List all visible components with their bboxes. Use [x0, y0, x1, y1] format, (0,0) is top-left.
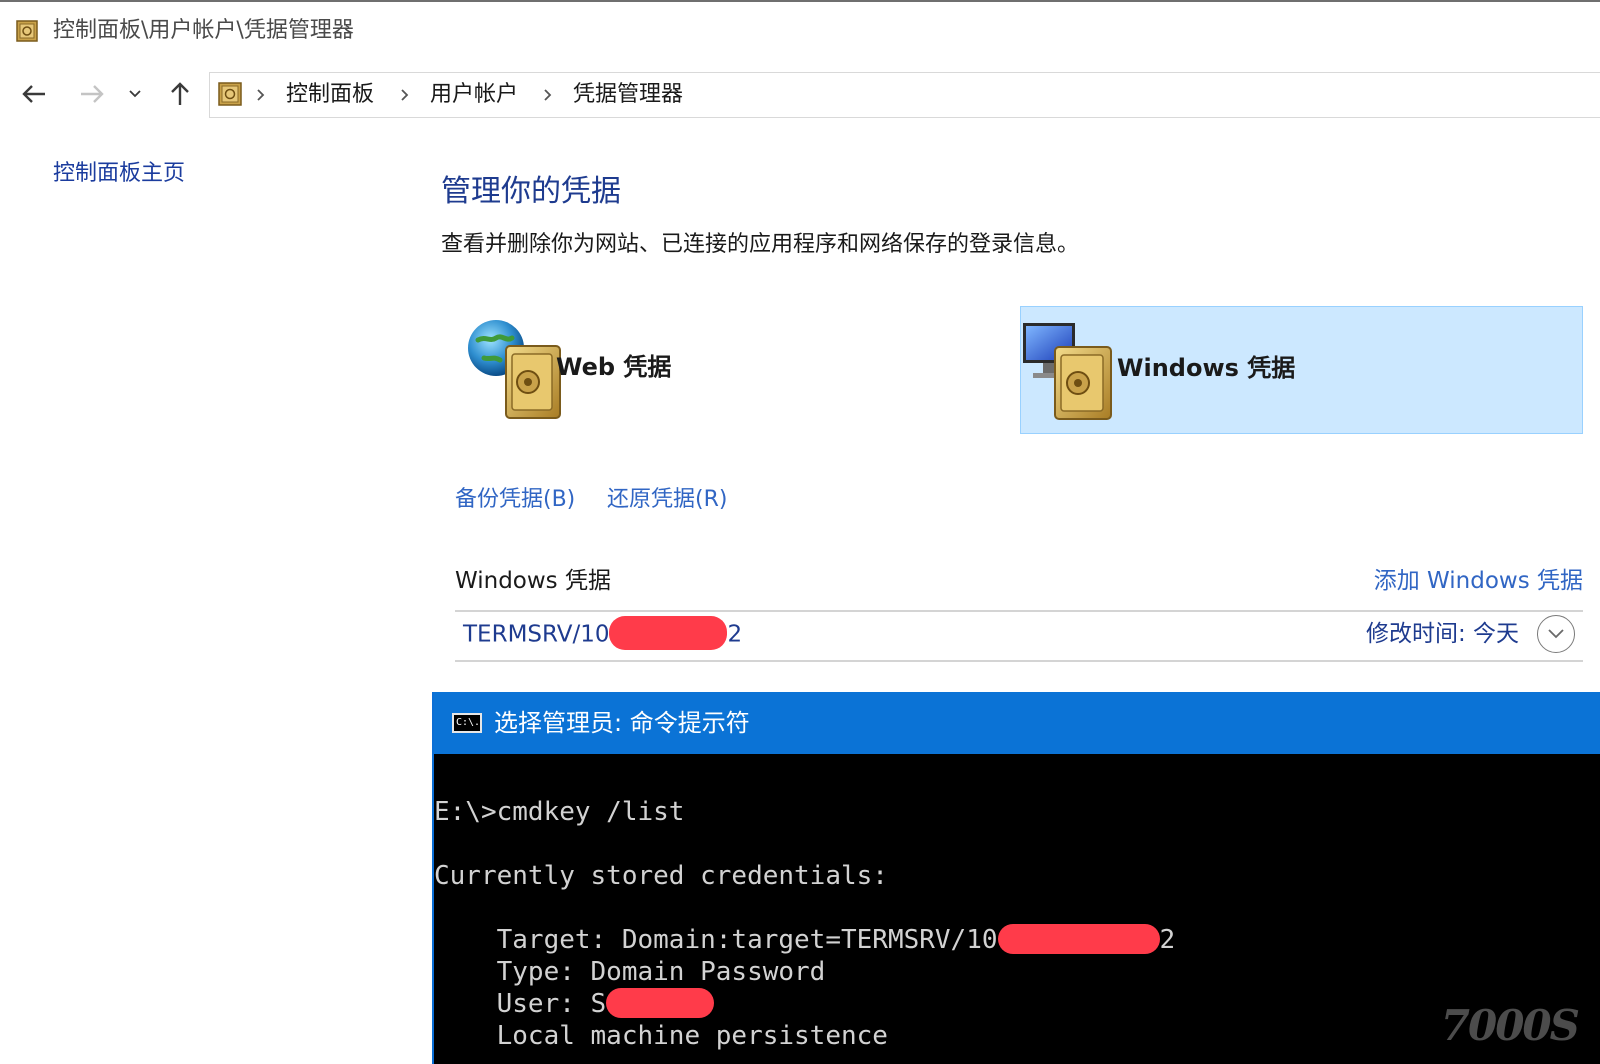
chevron-right-icon[interactable] — [541, 84, 555, 106]
web-credentials-label: Web 凭据 — [556, 353, 672, 381]
back-button[interactable] — [16, 76, 52, 112]
recent-locations-button[interactable] — [122, 76, 148, 112]
windows-credentials-icon — [1023, 323, 1112, 420]
breadcrumb-user-accounts[interactable]: 用户帐户 — [430, 81, 518, 109]
arrow-up-icon — [171, 82, 189, 105]
address-bar[interactable]: 控制面板 用户帐户 凭据管理器 — [209, 72, 1600, 118]
windows-credentials-label: Windows 凭据 — [1117, 354, 1296, 382]
web-credentials-icon — [468, 320, 561, 419]
credential-manager-icon — [16, 20, 38, 42]
command-prompt-window[interactable]: C:\. 选择管理员: 命令提示符 E:\>cmdkey /list Curre… — [432, 692, 1600, 1064]
console-line: Type: Domain Password — [434, 957, 826, 987]
console-output[interactable]: E:\>cmdkey /list Currently stored creden… — [434, 754, 1600, 1064]
up-button[interactable] — [162, 76, 198, 112]
console-line: E:\>cmdkey /list — [434, 797, 685, 827]
page-description: 查看并删除你为网站、已连接的应用程序和网络保存的登录信息。 — [441, 232, 1080, 257]
web-credentials-tile[interactable]: Web 凭据 — [456, 306, 976, 434]
chevron-down-icon — [1548, 629, 1564, 639]
arrow-left-icon — [22, 85, 45, 103]
chevron-right-icon[interactable] — [254, 84, 268, 106]
redaction-mark — [606, 987, 715, 1018]
console-title-bar[interactable]: C:\. 选择管理员: 命令提示符 — [434, 692, 1600, 754]
console-line: Local machine persistence — [434, 1021, 888, 1051]
backup-credentials-link[interactable]: 备份凭据(B) — [455, 486, 575, 514]
credential-name-prefix: TERMSRV/10 — [463, 621, 610, 648]
page-title: 管理你的凭据 — [441, 174, 621, 209]
breadcrumb-credential-manager[interactable]: 凭据管理器 — [573, 81, 683, 109]
redaction-mark — [609, 616, 728, 650]
control-panel-home-link[interactable]: 控制面板主页 — [53, 160, 185, 188]
credential-name[interactable]: TERMSRV/10 2 — [463, 616, 743, 650]
watermark-logo: 7000S — [1440, 1001, 1580, 1050]
credential-manager-icon — [218, 82, 242, 106]
redaction-mark — [997, 923, 1160, 954]
console-line: User: S — [434, 987, 715, 1020]
navigation-bar: 控制面板 用户帐户 凭据管理器 — [0, 70, 1600, 118]
credential-name-suffix: 2 — [727, 621, 743, 648]
console-line: Target: Domain:target=TERMSRV/10 2 — [434, 923, 1176, 956]
console-target-suffix: 2 — [1159, 925, 1176, 955]
add-windows-credential-link[interactable]: 添加 Windows 凭据 — [1374, 567, 1583, 595]
console-user-prefix: User: S — [434, 989, 607, 1019]
window-title: 控制面板\用户帐户\凭据管理器 — [53, 18, 354, 43]
console-target-prefix: Target: Domain:target=TERMSRV/10 — [434, 925, 998, 955]
console-line: Currently stored credentials: — [434, 861, 888, 891]
title-bar: 控制面板\用户帐户\凭据管理器 — [0, 2, 1600, 60]
chevron-right-icon[interactable] — [398, 84, 412, 106]
row-divider — [455, 660, 1583, 662]
restore-credentials-link[interactable]: 还原凭据(R) — [607, 486, 727, 514]
credential-row[interactable]: TERMSRV/10 2 修改时间: 今天 — [455, 612, 1583, 658]
chevron-down-icon — [129, 90, 141, 98]
arrow-right-icon — [81, 85, 104, 103]
console-title: 选择管理员: 命令提示符 — [494, 709, 750, 737]
cmd-icon: C:\. — [452, 713, 482, 733]
expand-credential-button[interactable] — [1537, 615, 1575, 653]
windows-credentials-tile[interactable]: Windows 凭据 — [1020, 306, 1583, 434]
windows-credentials-section-title: Windows 凭据 — [455, 568, 611, 594]
credential-modified-time: 修改时间: 今天 — [1365, 621, 1519, 647]
forward-button[interactable] — [74, 76, 110, 112]
breadcrumb-control-panel[interactable]: 控制面板 — [286, 81, 374, 109]
